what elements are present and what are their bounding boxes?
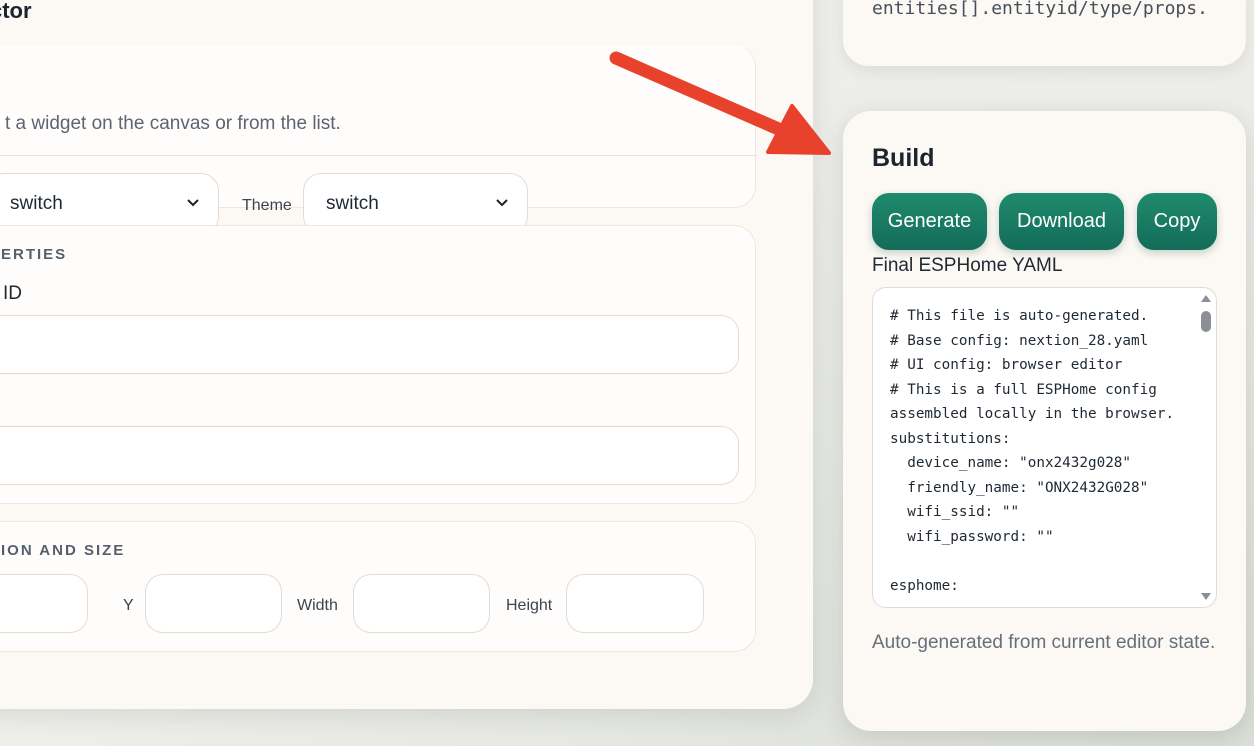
id-label: ID [3,283,22,304]
width-input[interactable] [353,574,490,633]
inspector-title: ctor [0,0,32,23]
yaml-scrollbar[interactable] [1196,288,1216,607]
download-button[interactable]: Download [999,193,1124,250]
chevron-down-icon [187,199,199,207]
x-input[interactable] [0,574,88,633]
selection-hint: t a widget on the canvas or from the lis… [5,113,341,134]
red-arrow-annotation-icon [609,51,831,155]
build-title: Build [872,144,935,172]
build-card: Build Generate Download Copy Final ESPHo… [843,111,1246,731]
scroll-down-icon[interactable] [1201,593,1211,600]
entities-card: entities[].entityid/type/props. [843,0,1246,66]
property-input[interactable] [0,426,739,485]
properties-card: ERTIES ID [0,225,756,504]
id-input[interactable] [0,315,739,374]
scroll-up-icon[interactable] [1201,295,1211,302]
copy-button[interactable]: Copy [1137,193,1217,250]
yaml-content: # This file is auto-generated. # Base co… [890,308,1175,594]
position-size-heading: ION AND SIZE [1,542,126,559]
position-size-card: ION AND SIZE Y Width Height [0,521,756,652]
build-note: Auto-generated from current editor state… [872,632,1216,653]
widget-type-value: switch [10,193,63,214]
generate-button[interactable]: Generate [872,193,987,250]
chevron-down-icon [496,199,508,207]
height-label: Height [506,597,553,614]
yaml-label: Final ESPHome YAML [872,255,1063,276]
yaml-textarea[interactable]: # This file is auto-generated. # Base co… [872,287,1217,608]
height-input[interactable] [566,574,704,633]
theme-label: Theme [242,197,292,214]
entities-path-text: entities[].entityid/type/props. [872,0,1208,19]
y-input[interactable] [145,574,282,633]
properties-heading: ERTIES [1,246,68,263]
theme-value: switch [326,193,379,214]
scroll-thumb[interactable] [1201,311,1211,332]
width-label: Width [297,597,338,614]
y-label: Y [123,597,134,614]
